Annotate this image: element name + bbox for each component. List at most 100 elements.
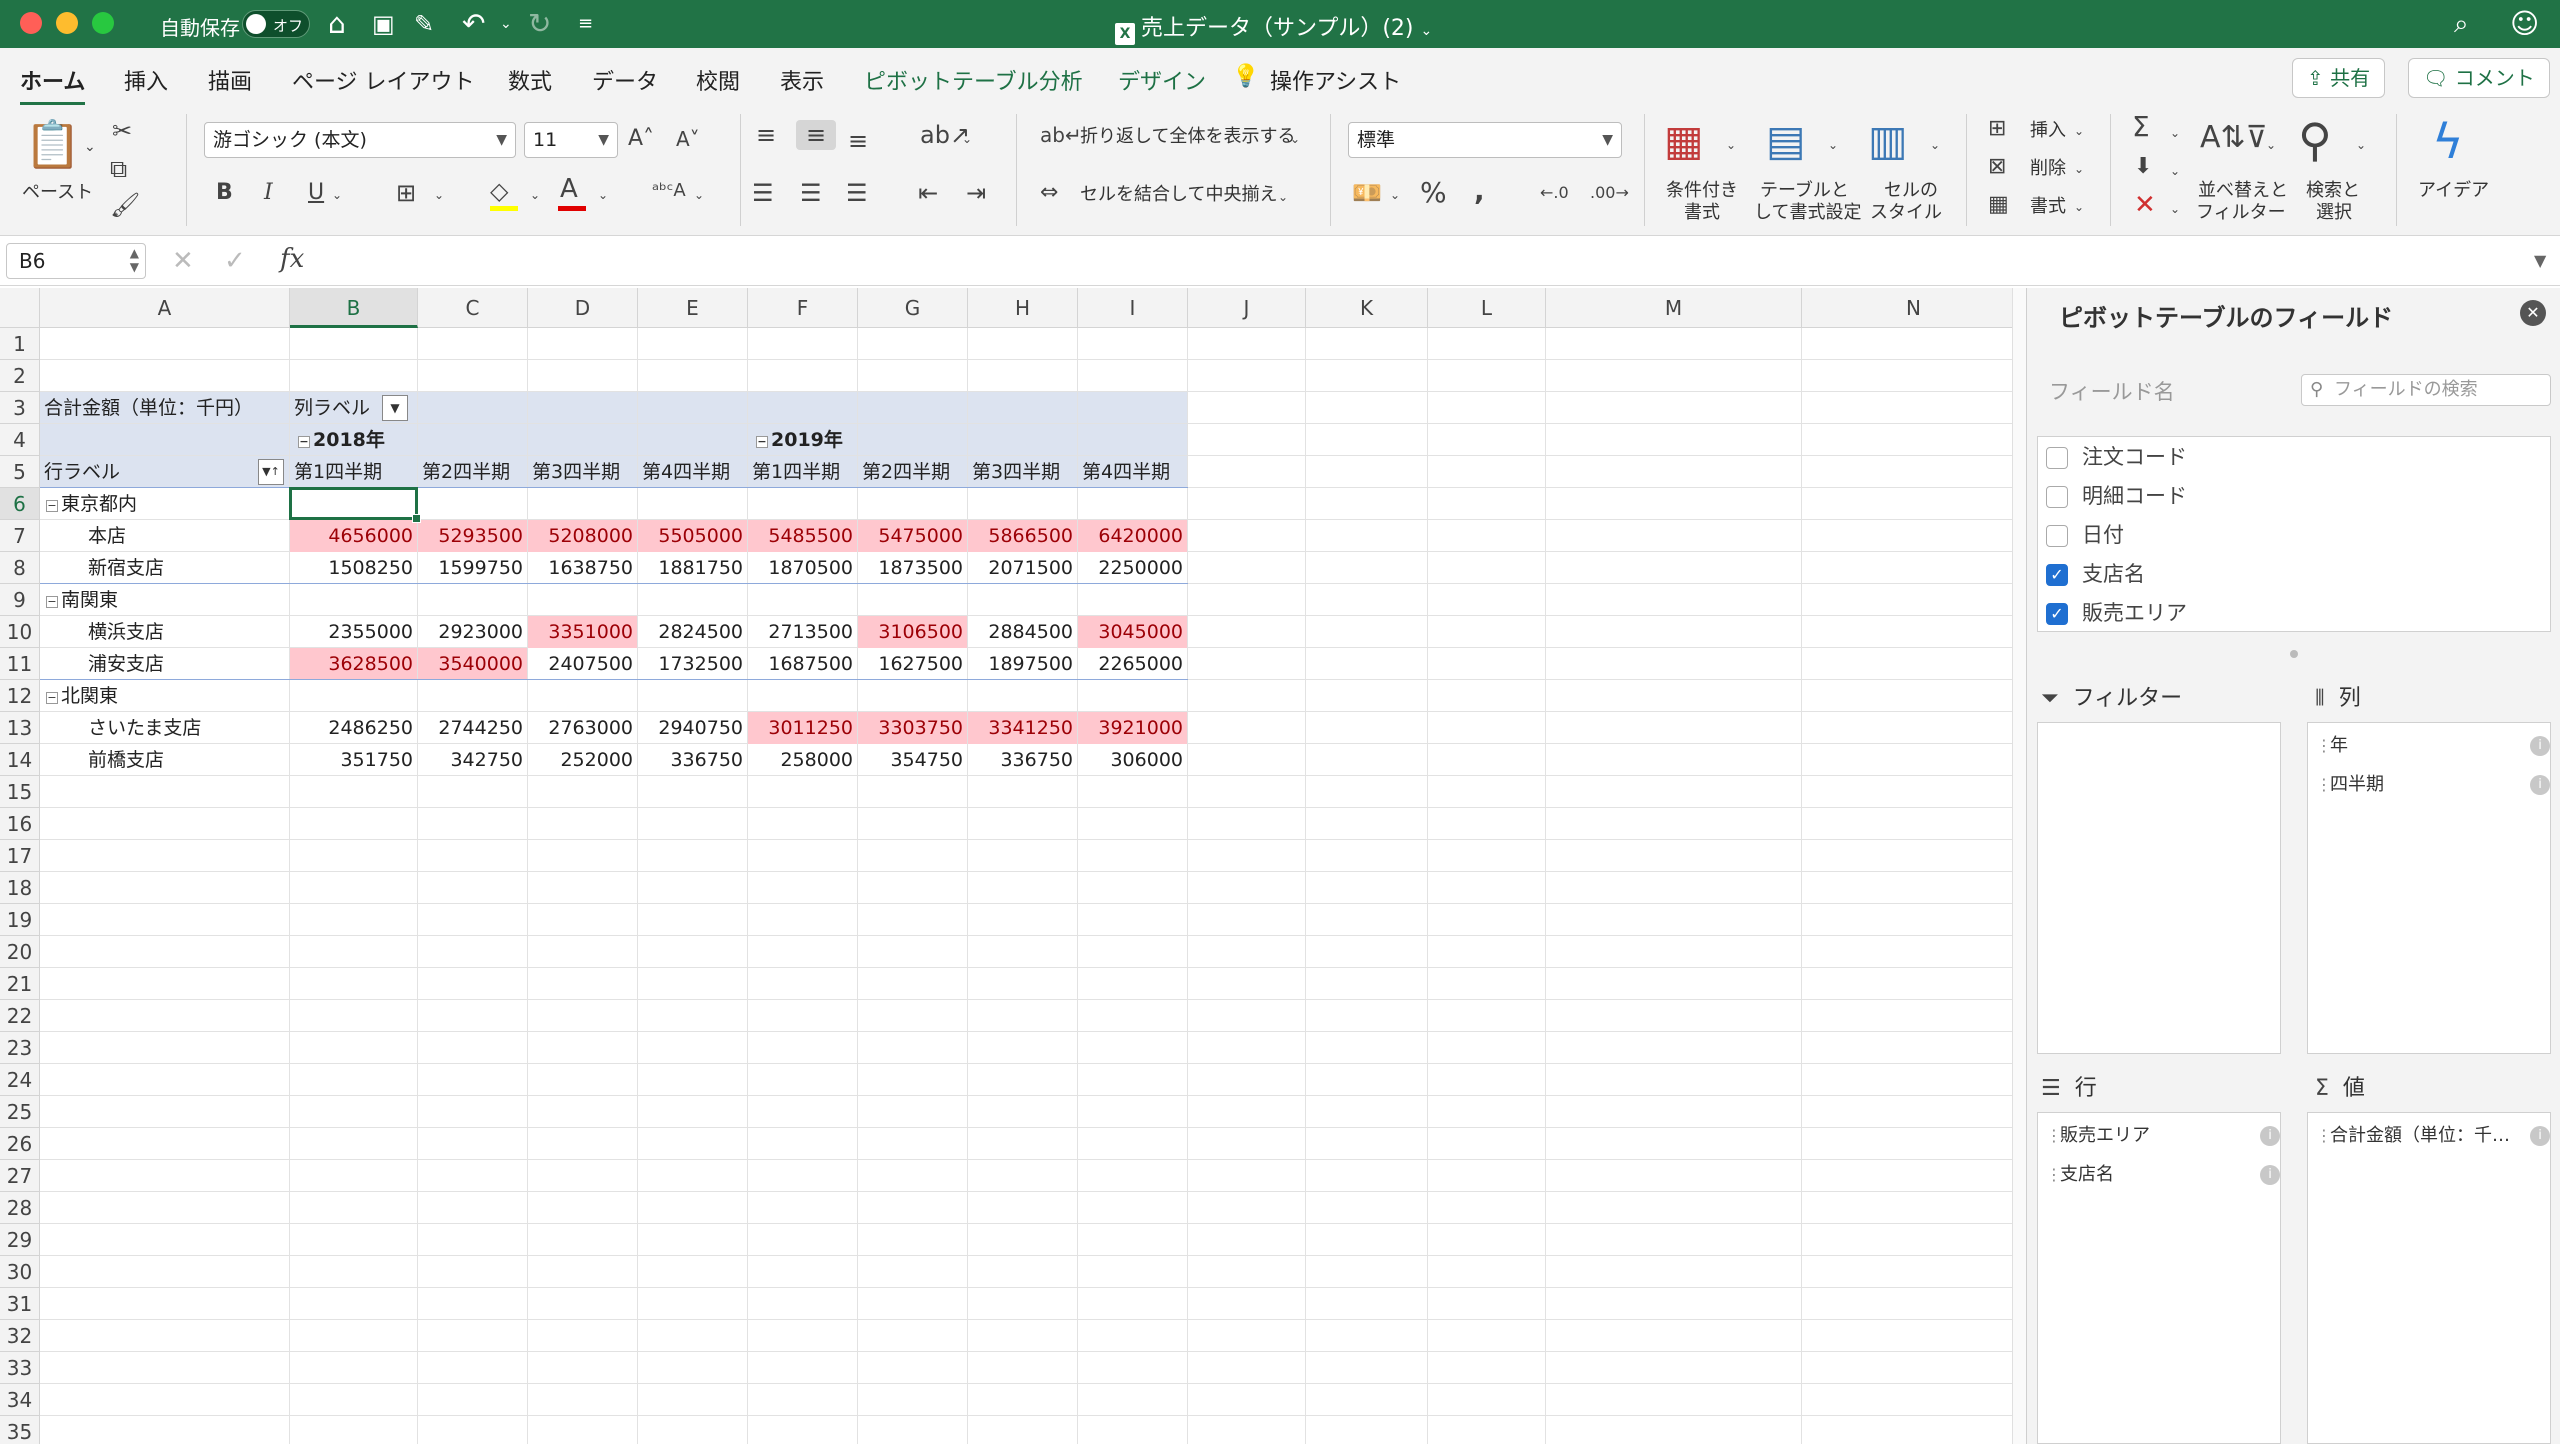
row-header[interactable]: 24 <box>0 1064 40 1096</box>
collapse-icon[interactable]: − <box>46 500 58 512</box>
cancel-entry-icon[interactable]: ✕ <box>172 244 194 278</box>
row-header[interactable]: 7 <box>0 520 40 552</box>
percent-style-icon[interactable]: % <box>1420 178 1447 208</box>
name-box-spinner-icon[interactable]: ▲ ▼ <box>130 246 139 274</box>
delete-cells-icon[interactable]: ⊠ <box>1988 152 2006 182</box>
value-cell[interactable]: 3540000 <box>418 648 527 680</box>
field-item[interactable]: 明細コード <box>2046 480 2187 512</box>
row-header[interactable]: 25 <box>0 1096 40 1128</box>
align-center-icon[interactable]: ☰ <box>800 178 822 208</box>
value-cell[interactable]: 2744250 <box>418 712 527 744</box>
value-cell[interactable]: 3106500 <box>858 616 967 648</box>
fill-handle[interactable] <box>412 514 421 523</box>
field-search-input[interactable]: ⚲ フィールドの検索 <box>2301 374 2551 406</box>
fill-icon[interactable]: ⬇ <box>2134 152 2152 182</box>
value-cell[interactable]: 1870500 <box>748 552 857 584</box>
row-header[interactable]: 1 <box>0 328 40 360</box>
find-select-label[interactable]: 検索と <box>2306 180 2360 202</box>
pane-resize-handle[interactable] <box>2290 650 2298 658</box>
row-header[interactable]: 10 <box>0 616 40 648</box>
quarter-header[interactable]: 第1四半期 <box>294 456 417 488</box>
tab-design[interactable]: デザイン <box>1118 64 1206 96</box>
row-header[interactable]: 34 <box>0 1384 40 1416</box>
value-cell[interactable]: 336750 <box>968 744 1077 776</box>
conditional-formatting-label[interactable]: 条件付き <box>1666 180 1738 202</box>
delete-cells-label[interactable]: 削除 <box>2030 158 2066 180</box>
values-drop-area[interactable]: ⋮ 合計金額（単位：千… i <box>2307 1112 2551 1444</box>
column-field-chip[interactable]: ⋮ 四半期 i <box>2316 770 2552 800</box>
document-title[interactable]: X 売上データ（サンプル）(2) ⌄ <box>1115 10 1432 45</box>
orientation-dropdown-icon[interactable]: ⌄ <box>962 124 972 154</box>
year-2019-header[interactable]: −2019年 <box>756 424 876 456</box>
field-item[interactable]: 日付 <box>2046 519 2124 551</box>
paste-dropdown-icon[interactable]: ⌄ <box>84 132 96 162</box>
italic-button[interactable]: I <box>264 178 273 208</box>
collapse-icon[interactable]: − <box>46 596 58 608</box>
value-cell[interactable]: 3045000 <box>1078 616 1187 648</box>
column-header[interactable]: L <box>1428 288 1546 328</box>
row-header[interactable]: 23 <box>0 1032 40 1064</box>
autosum-dropdown-icon[interactable]: ⌄ <box>2170 118 2180 148</box>
value-cell[interactable]: 2824500 <box>638 616 747 648</box>
tab-insert[interactable]: 挿入 <box>124 64 168 96</box>
column-field-chip[interactable]: ⋮ 年 i <box>2316 731 2552 761</box>
feedback-smiley-icon[interactable]: ☺ <box>2510 6 2539 42</box>
merge-center-dropdown-icon[interactable]: ⌄ <box>1278 182 1288 212</box>
worksheet-grid[interactable]: A B C D E F G H I J K L M N 1 2 3 4 5 6 7 8 9 10 11 12 13 14 15 16 17 1… <box>0 288 2026 1444</box>
tab-pivottable-analyze[interactable]: ピボットテーブル分析 <box>864 64 1083 96</box>
fill-color-icon[interactable]: ◇ <box>490 176 508 206</box>
column-header[interactable]: E <box>638 288 748 328</box>
format-as-table-dropdown-icon[interactable]: ⌄ <box>1828 130 1838 160</box>
row-header[interactable]: 13 <box>0 712 40 744</box>
tab-home[interactable]: ホーム <box>20 64 86 105</box>
currency-format-icon[interactable]: 💴 <box>1352 178 1382 208</box>
row-header[interactable]: 8 <box>0 552 40 584</box>
value-cell[interactable]: 354750 <box>858 744 967 776</box>
info-icon[interactable]: i <box>2530 775 2550 795</box>
value-cell[interactable]: 2940750 <box>638 712 747 744</box>
close-pane-button[interactable]: ✕ <box>2520 300 2546 326</box>
value-cell[interactable]: 2071500 <box>968 552 1077 584</box>
value-cell[interactable]: 2923000 <box>418 616 527 648</box>
quarter-header[interactable]: 第2四半期 <box>862 456 967 488</box>
sort-filter-label-2[interactable]: フィルター <box>2196 202 2286 224</box>
copy-icon[interactable]: ⧉ <box>110 154 127 184</box>
column-header[interactable]: F <box>748 288 858 328</box>
value-cell[interactable]: 2486250 <box>290 712 417 744</box>
value-cell[interactable]: 1897500 <box>968 648 1077 680</box>
confirm-entry-icon[interactable]: ✓ <box>224 244 246 278</box>
fill-dropdown-icon[interactable]: ⌄ <box>2170 156 2180 186</box>
format-dropdown-icon[interactable]: ⌄ <box>2074 192 2084 222</box>
field-checkbox[interactable] <box>2046 525 2068 547</box>
merge-center-button[interactable]: セルを結合して中央揃え <box>1080 184 1277 206</box>
tab-view[interactable]: 表示 <box>780 64 824 96</box>
cell-styles-icon[interactable]: ▥ <box>1868 116 1908 166</box>
format-cells-label[interactable]: 書式 <box>2030 196 2066 218</box>
quarter-header[interactable]: 第2四半期 <box>422 456 527 488</box>
pivot-value-caption[interactable]: 合計金額（単位：千円） <box>44 392 289 424</box>
value-cell[interactable]: 351750 <box>290 744 417 776</box>
expand-formula-bar-icon[interactable]: ▼ <box>2534 244 2546 278</box>
row-header[interactable]: 6 <box>0 488 40 520</box>
align-bottom-icon[interactable]: ≡ <box>848 126 868 156</box>
collapse-icon[interactable]: − <box>298 436 310 448</box>
branch-row-label[interactable]: さいたま支店 <box>88 712 289 744</box>
delete-dropdown-icon[interactable]: ⌄ <box>2074 154 2084 184</box>
merge-center-icon[interactable]: ⇔ <box>1040 178 1058 208</box>
drag-grip-icon[interactable]: ⋮ <box>2046 1160 2062 1190</box>
value-cell[interactable]: 3303750 <box>858 712 967 744</box>
increase-font-size-icon[interactable]: A˄ <box>628 124 654 154</box>
value-cell[interactable]: 5505000 <box>638 520 747 552</box>
row-header[interactable]: 9 <box>0 584 40 616</box>
value-cell[interactable]: 1638750 <box>528 552 637 584</box>
value-cell[interactable]: 1508250 <box>290 552 417 584</box>
align-top-icon[interactable]: ≡ <box>756 120 776 150</box>
value-cell[interactable]: 2265000 <box>1078 648 1187 680</box>
minimize-window-button[interactable] <box>56 12 78 34</box>
drag-grip-icon[interactable]: ⋮ <box>2316 770 2332 800</box>
zoom-window-button[interactable] <box>92 12 114 34</box>
column-header[interactable]: C <box>418 288 528 328</box>
field-checkbox[interactable]: ✓ <box>2046 564 2068 586</box>
underline-button[interactable]: U <box>308 178 324 208</box>
vertical-scroll-area[interactable] <box>2012 288 2026 1444</box>
